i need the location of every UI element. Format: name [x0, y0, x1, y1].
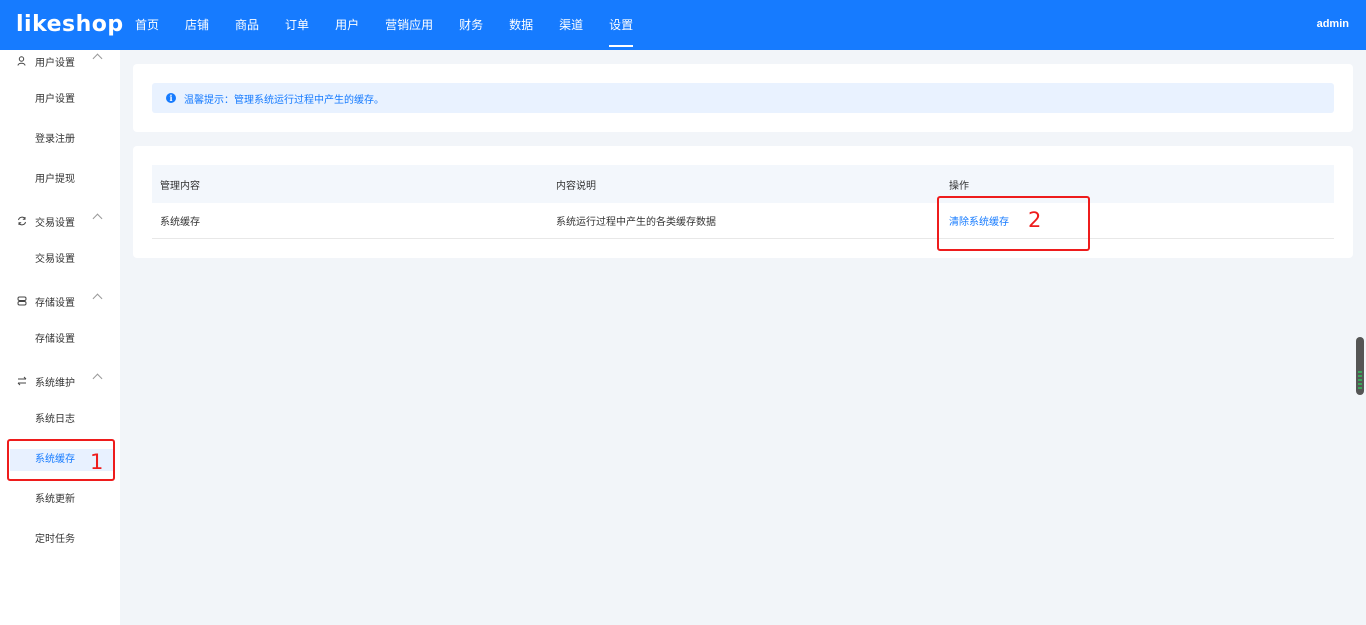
nav-data[interactable]: 数据 [509, 0, 533, 50]
user-settings-icon [17, 56, 27, 66]
top-bar: likeshop 首页 店铺 商品 订单 用户 营销应用 财务 数据 渠道 设置… [0, 0, 1366, 50]
chevron-up-icon [92, 213, 103, 224]
table-row: 系统缓存 系统运行过程中产生的各类缓存数据 清除系统缓存 [152, 203, 1334, 239]
storage-icon [17, 296, 27, 306]
sidebar-item-storage-settings[interactable]: 存储设置 [0, 329, 120, 351]
chevron-up-icon [92, 373, 103, 384]
sidebar-group-system-maintenance[interactable]: 系统维护 [0, 370, 120, 392]
sidebar-item-user-withdraw[interactable]: 用户提现 [0, 169, 120, 191]
annotation-number-2: 2 [1028, 208, 1042, 232]
nav-settings[interactable]: 设置 [609, 0, 634, 50]
sidebar-item-user-settings[interactable]: 用户设置 [0, 89, 120, 111]
nav-marketing[interactable]: 营销应用 [385, 0, 433, 50]
annotation-number-1: 1 [90, 450, 104, 474]
nav-goods[interactable]: 商品 [235, 0, 259, 50]
logo[interactable]: likeshop [16, 12, 124, 37]
maintenance-icon [17, 376, 27, 386]
chevron-up-icon [92, 53, 103, 64]
sidebar-group-user-settings[interactable]: 用户设置 [0, 50, 120, 72]
exchange-icon [17, 216, 27, 226]
tip-banner: i 温馨提示：管理系统运行过程中产生的缓存。 [152, 83, 1334, 113]
column-header-content: 管理内容 [160, 180, 200, 192]
sidebar-group-label: 交易设置 [35, 217, 75, 229]
cell-content: 系统缓存 [160, 217, 200, 228]
sidebar-group-trade-settings[interactable]: 交易设置 [0, 210, 120, 232]
annotation-box-2 [937, 196, 1090, 251]
sidebar-group-label: 存储设置 [35, 297, 75, 309]
sidebar-item-scheduled-tasks[interactable]: 定时任务 [0, 529, 120, 551]
column-header-description: 内容说明 [556, 180, 596, 192]
sidebar-group-storage-settings[interactable]: 存储设置 [0, 290, 120, 312]
main-nav: 首页 店铺 商品 订单 用户 营销应用 财务 数据 渠道 设置 [122, 0, 646, 50]
info-icon: i [166, 93, 176, 103]
chevron-up-icon [92, 293, 103, 304]
nav-shop[interactable]: 店铺 [185, 0, 209, 50]
nav-users[interactable]: 用户 [335, 0, 359, 50]
sidebar-item-system-update[interactable]: 系统更新 [0, 489, 120, 511]
sidebar-group-label: 系统维护 [35, 377, 75, 389]
tip-text: 温馨提示：管理系统运行过程中产生的缓存。 [184, 94, 384, 106]
sidebar-item-trade-settings[interactable]: 交易设置 [0, 249, 120, 271]
nav-home[interactable]: 首页 [135, 0, 159, 50]
nav-finance[interactable]: 财务 [459, 0, 483, 50]
sidebar: 用户设置 用户设置 登录注册 用户提现 交易设置 交易设置 存储设置 存储设置 … [0, 50, 120, 625]
sidebar-item-system-log[interactable]: 系统日志 [0, 409, 120, 431]
sidebar-item-login-register[interactable]: 登录注册 [0, 129, 120, 151]
cell-description: 系统运行过程中产生的各类缓存数据 [556, 217, 716, 228]
sidebar-group-label: 用户设置 [35, 57, 75, 69]
nav-channels[interactable]: 渠道 [559, 0, 583, 50]
table-header: 管理内容 内容说明 操作 [152, 165, 1334, 203]
user-menu[interactable]: admin [1317, 18, 1349, 30]
nav-orders[interactable]: 订单 [285, 0, 309, 50]
scrollbar-thumb[interactable] [1356, 337, 1364, 395]
